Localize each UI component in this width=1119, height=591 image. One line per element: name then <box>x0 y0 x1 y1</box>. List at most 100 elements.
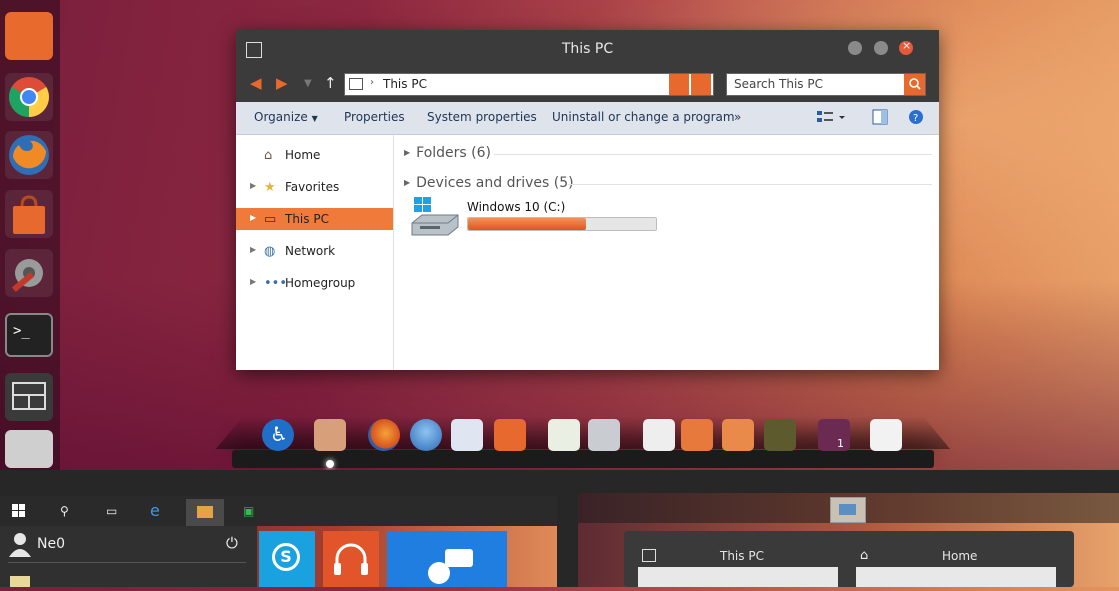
workspace-switcher-icon[interactable]: 1 <box>818 419 850 451</box>
documents-icon[interactable] <box>10 576 30 587</box>
close-button[interactable]: × <box>899 39 913 55</box>
more-commands-button[interactable]: » <box>734 110 741 124</box>
group-label: Devices and drives (5) <box>416 175 574 191</box>
hard-drive-icon <box>411 197 459 236</box>
refresh-button[interactable] <box>691 74 711 95</box>
svg-text:?: ? <box>913 113 918 124</box>
search-box[interactable]: Search This PC <box>726 73 926 96</box>
text-editor-icon[interactable] <box>643 419 675 451</box>
windows-start-icon[interactable] <box>12 504 26 521</box>
nav-item-favorites[interactable]: ▶ ★ Favorites <box>236 176 393 198</box>
store-icon[interactable]: ▣ <box>243 504 254 518</box>
music-tile[interactable] <box>323 531 379 587</box>
homegroup-icon: ••• <box>264 276 288 291</box>
group-header-folders[interactable]: ▶ Folders (6) <box>404 145 491 161</box>
collapse-caret-icon: ▶ <box>404 148 411 157</box>
spreadsheet-icon[interactable] <box>548 419 580 451</box>
internet-explorer-icon[interactable]: e <box>150 501 160 520</box>
search-button[interactable] <box>904 74 925 95</box>
window-thumbnail-this-pc[interactable] <box>638 567 838 587</box>
close-icon: × <box>902 39 912 52</box>
preview-pane-icon[interactable] <box>872 109 888 128</box>
dock-shelf <box>232 450 934 468</box>
help-icon[interactable]: ? <box>908 109 924 128</box>
firefox-dock-icon[interactable] <box>368 419 400 451</box>
start-menu: ⚲ ▭ e ▣ Ne0 ⏻ S <box>0 496 557 587</box>
skype-tile[interactable]: S <box>259 531 315 587</box>
files-folder-icon[interactable] <box>5 12 53 60</box>
nav-item-label: Homegroup <box>285 276 356 290</box>
firefox-logo-icon <box>9 135 49 175</box>
user-avatar-icon[interactable] <box>8 531 32 557</box>
messaging-icon[interactable] <box>451 419 483 451</box>
archive-manager-icon[interactable] <box>314 419 346 451</box>
nav-item-network[interactable]: ▶ ◍ Network <box>236 240 393 262</box>
person-glyph-icon: ♿ <box>270 422 288 446</box>
terminal-icon[interactable]: >_ <box>5 313 53 357</box>
uninstall-program-button[interactable]: Uninstall or change a program <box>552 110 735 124</box>
downloads-folder-icon[interactable] <box>722 419 754 451</box>
desktop-thumbnail[interactable] <box>830 497 866 523</box>
nav-item-home[interactable]: ⌂ Home <box>236 144 393 166</box>
folder-thumbnail-icon <box>839 504 856 515</box>
expand-arrow-icon[interactable]: ▶ <box>250 277 256 286</box>
settings-icon[interactable] <box>5 249 53 297</box>
app-launcher: >_ <box>0 0 60 470</box>
software-center-icon[interactable] <box>5 190 53 238</box>
group-header-devices[interactable]: ▶ Devices and drives (5) <box>404 175 574 191</box>
drive-tile[interactable]: Windows 10 (C:) <box>410 197 670 239</box>
messaging-tile[interactable] <box>387 531 507 587</box>
view-options-icon[interactable] <box>817 108 847 129</box>
title-bar[interactable]: This PC × ◀ ▶ ▼ ↑ › This PC Search This … <box>236 30 939 102</box>
up-arrow-icon[interactable]: ↑ <box>324 74 337 92</box>
organize-button[interactable]: Organize ▼ <box>254 110 318 124</box>
address-dropdown-button[interactable] <box>669 74 689 95</box>
view-list-icon <box>817 111 845 122</box>
drive-icon[interactable] <box>5 430 53 468</box>
expand-arrow-icon[interactable]: ▶ <box>250 245 256 254</box>
recent-locations-chevron-icon[interactable]: ▼ <box>304 78 312 89</box>
window-title: This PC <box>561 41 614 57</box>
chat-bubble-icon <box>428 549 473 584</box>
window-icon <box>12 382 46 410</box>
power-icon[interactable]: ⏻ <box>226 534 238 552</box>
home-thumbnail-icon: ⌂ <box>860 548 869 563</box>
nav-item-label: Favorites <box>285 180 340 194</box>
search-taskbar-icon[interactable]: ⚲ <box>60 504 69 518</box>
user-name[interactable]: Ne0 <box>37 536 65 552</box>
system-properties-button[interactable]: System properties <box>427 110 537 124</box>
headphones-icon <box>334 543 368 575</box>
window-manager-icon[interactable] <box>5 373 53 421</box>
accessibility-icon[interactable]: ♿ <box>262 419 294 451</box>
nav-item-label: Home <box>285 148 321 162</box>
firefox-icon[interactable] <box>5 131 53 179</box>
backup-folder-icon[interactable] <box>681 419 713 451</box>
maximize-button[interactable] <box>874 41 888 55</box>
calculator-icon[interactable] <box>588 419 620 451</box>
chrome-icon[interactable] <box>5 73 53 121</box>
nav-item-homegroup[interactable]: ▶ ••• Homegroup <box>236 272 393 294</box>
computer-icon: ▭ <box>264 212 277 227</box>
photo-viewer-icon[interactable] <box>764 419 796 451</box>
thumbnail-title-this-pc[interactable]: This PC <box>720 549 764 563</box>
properties-button[interactable]: Properties <box>344 110 405 124</box>
pane-icon <box>872 109 888 125</box>
window-switcher-icon[interactable] <box>870 419 902 451</box>
nav-item-this-pc[interactable]: ▶ ▭ This PC <box>236 208 393 230</box>
software-center-dock-icon[interactable] <box>494 419 526 451</box>
thunderbird-icon[interactable] <box>410 419 442 451</box>
window-thumbnail-home[interactable] <box>856 567 1056 587</box>
forward-arrow-icon[interactable]: ▶ <box>276 74 288 92</box>
expand-arrow-icon[interactable]: ▶ <box>250 213 256 222</box>
group-label: Folders (6) <box>416 145 491 161</box>
address-path: This PC <box>383 77 427 91</box>
command-bar: Organize ▼ Properties System properties … <box>236 102 939 135</box>
nav-item-label: This PC <box>285 212 329 226</box>
task-view-icon[interactable]: ▭ <box>106 504 117 518</box>
expand-arrow-icon[interactable]: ▶ <box>250 181 256 190</box>
address-bar[interactable]: › This PC <box>344 73 714 96</box>
thumbnail-title-home[interactable]: Home <box>942 549 977 563</box>
back-arrow-icon[interactable]: ◀ <box>250 74 262 92</box>
minimize-button[interactable] <box>848 41 862 55</box>
file-explorer-taskbar-button[interactable] <box>186 499 224 526</box>
